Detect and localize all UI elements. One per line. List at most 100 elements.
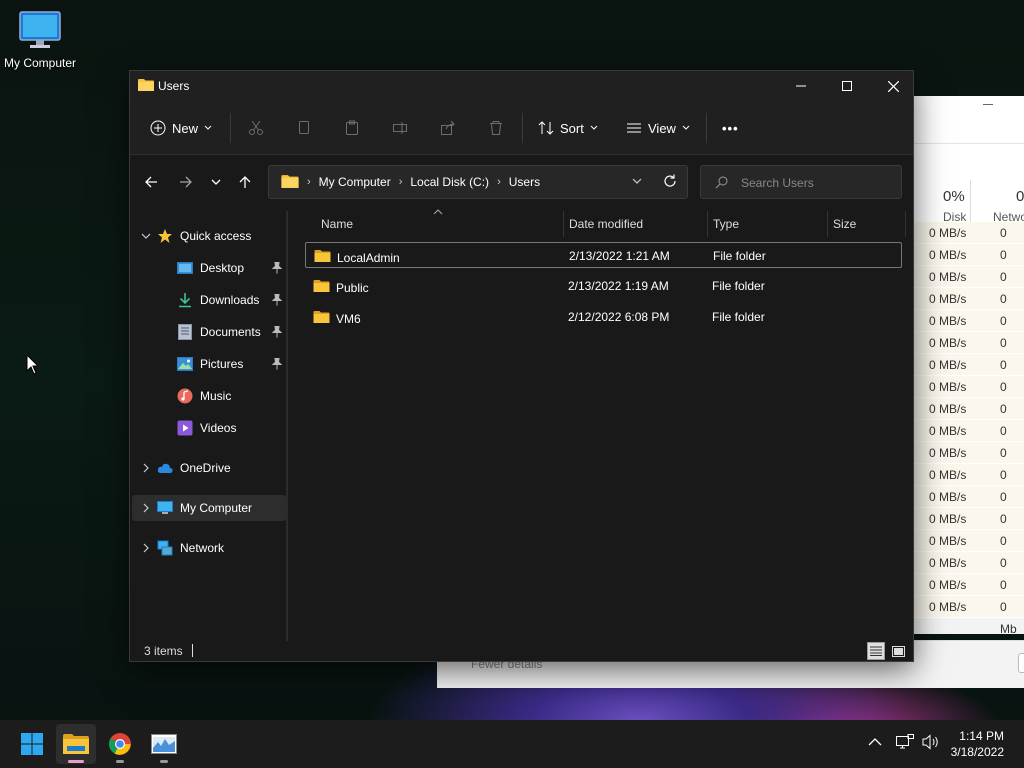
sort-button[interactable]: Sort: [538, 113, 598, 143]
file-row[interactable]: VM6 2/12/2022 6:08 PM File folder: [305, 304, 902, 330]
forward-button[interactable]: [173, 169, 199, 195]
task-manager-row[interactable]: 0 MB/s0 Mb: [913, 596, 1024, 636]
chevron-right-icon[interactable]: ›: [307, 176, 311, 188]
address-dropdown-icon[interactable]: [631, 175, 643, 187]
breadcrumb-local-disk[interactable]: Local Disk (C:): [410, 175, 489, 189]
folder-icon: [138, 79, 154, 91]
share-button[interactable]: [440, 113, 456, 143]
cut-button[interactable]: [248, 113, 264, 143]
desktop-icon-my-computer[interactable]: My Computer: [2, 10, 78, 70]
taskbar-file-explorer[interactable]: [56, 724, 96, 764]
view-button[interactable]: View: [626, 113, 690, 143]
chevron-right-icon[interactable]: [136, 503, 156, 513]
task-manager-row[interactable]: 0 MB/s0 Mb: [913, 244, 1024, 284]
nav-quick-access[interactable]: Quick access: [132, 223, 286, 249]
nav-item-music[interactable]: Music: [132, 383, 286, 409]
task-manager-row[interactable]: 0 MB/s0 Mb: [913, 420, 1024, 460]
file-name: VM6: [336, 311, 361, 326]
task-manager-row[interactable]: 0 MB/s0 Mb: [913, 464, 1024, 504]
chevron-down-icon[interactable]: [136, 232, 156, 240]
start-button[interactable]: [12, 724, 52, 764]
task-manager-row[interactable]: 0 MB/s0 Mb: [913, 574, 1024, 614]
chevron-right-icon[interactable]: ›: [399, 176, 403, 188]
minimize-button[interactable]: [778, 71, 824, 101]
minimize-icon[interactable]: [983, 104, 993, 105]
column-date-modified[interactable]: Date modified: [569, 217, 643, 231]
pin-icon[interactable]: [271, 262, 283, 277]
task-manager-row[interactable]: 0 MB/s0 Mb: [913, 310, 1024, 350]
breadcrumb-my-computer[interactable]: My Computer: [319, 175, 391, 189]
network-rate: 0 Mb: [1000, 600, 1017, 636]
delete-button[interactable]: [488, 113, 504, 143]
scissors-icon: [249, 120, 263, 135]
column-name[interactable]: Name: [321, 217, 353, 231]
nav-label: Downloads: [200, 293, 260, 307]
nav-my-computer[interactable]: My Computer: [132, 495, 286, 521]
file-explorer-window[interactable]: Users New Sort View ••• › My Computer › …: [129, 70, 914, 662]
new-button[interactable]: New: [150, 113, 212, 143]
chevron-right-icon[interactable]: ›: [497, 176, 501, 188]
volume-icon[interactable]: [922, 734, 940, 750]
breadcrumb-users[interactable]: Users: [509, 175, 540, 189]
task-manager-row[interactable]: 0 MB/s0 Mb: [913, 332, 1024, 372]
pin-icon[interactable]: [271, 294, 283, 309]
taskbar-task-manager[interactable]: [144, 724, 184, 764]
task-manager-row[interactable]: 0 MB/s0 Mb: [913, 486, 1024, 526]
pin-icon[interactable]: [271, 326, 283, 341]
task-manager-row[interactable]: 0 MB/s0 Mb: [913, 376, 1024, 416]
details-view-button[interactable]: [867, 642, 885, 660]
task-manager-row[interactable]: 0 MB/s0 Mb: [913, 530, 1024, 570]
column-divider[interactable]: [827, 211, 828, 237]
column-size[interactable]: Size: [833, 217, 856, 231]
disk-rate: 0 MB/s: [929, 270, 967, 284]
task-manager-row[interactable]: 0 MB/s0 Mb: [913, 552, 1024, 592]
column-divider[interactable]: [707, 211, 708, 237]
nav-network[interactable]: Network: [132, 535, 286, 561]
maximize-button[interactable]: [824, 71, 870, 101]
up-button[interactable]: [232, 169, 258, 195]
end-task-button[interactable]: [1018, 653, 1024, 673]
close-button[interactable]: [870, 71, 916, 101]
task-manager-row[interactable]: 0 MB/s0 Mb: [913, 398, 1024, 438]
desktop-icon-label: My Computer: [3, 56, 77, 70]
back-button[interactable]: [138, 169, 164, 195]
chevron-right-icon[interactable]: [136, 463, 156, 473]
chevron-right-icon[interactable]: [136, 543, 156, 553]
more-options-button[interactable]: •••: [722, 113, 739, 143]
large-icons-view-button[interactable]: [889, 642, 907, 660]
nav-item-downloads[interactable]: Downloads: [132, 287, 286, 313]
task-manager-row[interactable]: 0 MB/s0 Mb: [913, 222, 1024, 262]
nav-item-videos[interactable]: Videos: [132, 415, 286, 441]
task-manager-window[interactable]: 0% Disk 0 Netwo 0 MB/s0 Mb0 MB/s0 Mb0 MB…: [913, 96, 1024, 636]
search-box[interactable]: Search Users: [700, 165, 902, 199]
column-divider[interactable]: [563, 211, 564, 237]
rename-button[interactable]: [392, 113, 408, 143]
title-bar[interactable]: Users: [130, 71, 913, 101]
recent-locations-button[interactable]: [203, 169, 229, 195]
task-manager-row[interactable]: 0 MB/s0 Mb: [913, 354, 1024, 394]
disk-rate: 0 MB/s: [929, 578, 967, 592]
taskbar-chrome[interactable]: [100, 724, 140, 764]
task-manager-row[interactable]: 0 MB/s0 Mb: [913, 508, 1024, 548]
clock-time: 1:14 PM: [959, 729, 1004, 743]
column-type[interactable]: Type: [713, 217, 739, 231]
chevron-up-icon[interactable]: [868, 737, 882, 747]
paste-button[interactable]: [344, 113, 360, 143]
task-manager-row[interactable]: 0 MB/s0 Mb: [913, 266, 1024, 306]
file-row[interactable]: LocalAdmin 2/13/2022 1:21 AM File folder: [305, 242, 902, 268]
refresh-icon[interactable]: [663, 174, 677, 188]
pin-icon[interactable]: [271, 358, 283, 373]
file-row[interactable]: Public 2/13/2022 1:19 AM File folder: [305, 273, 902, 299]
task-manager-row[interactable]: 0 MB/s0 Mb: [913, 442, 1024, 482]
task-manager-row[interactable]: 0 MB/s0 Mb: [913, 288, 1024, 328]
system-clock[interactable]: 1:14 PM 3/18/2022: [946, 728, 1004, 760]
nav-onedrive[interactable]: OneDrive: [132, 455, 286, 481]
nav-item-documents[interactable]: Documents: [132, 319, 286, 345]
copy-button[interactable]: [296, 113, 312, 143]
address-bar[interactable]: › My Computer › Local Disk (C:) › Users: [268, 165, 688, 199]
task-manager-icon: [151, 734, 177, 754]
network-status-icon[interactable]: [896, 734, 914, 750]
nav-item-desktop[interactable]: Desktop: [132, 255, 286, 281]
column-divider[interactable]: [905, 211, 906, 237]
nav-item-pictures[interactable]: Pictures: [132, 351, 286, 377]
